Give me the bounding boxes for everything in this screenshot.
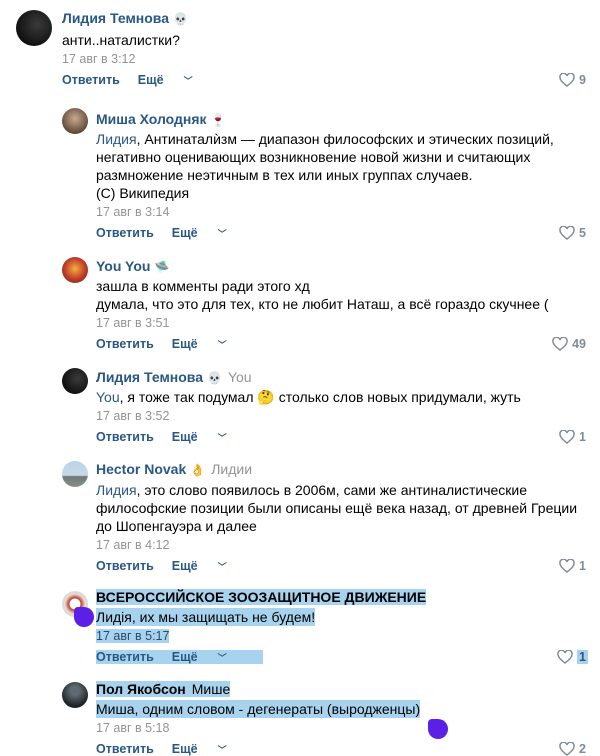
reply-to-label[interactable]: Лидии (211, 461, 252, 477)
comment-date[interactable]: 17 авг в 3:51 (96, 316, 169, 330)
comment-text: You, я тоже так подумал 🤔 столько слов н… (96, 389, 521, 405)
chevron-down-icon: ﹀ (183, 76, 193, 86)
comment-date[interactable]: 17 авг в 3:12 (62, 52, 135, 66)
comment-author[interactable]: ВСЕРОССИЙСКОЕ ЗООЗАЩИТНОЕ ДВИЖЕНИЕ (96, 589, 427, 605)
ok-hand-icon: 👌 (190, 463, 206, 477)
heart-icon (559, 73, 575, 87)
comment-date[interactable]: 17 авг в 3:14 (96, 205, 169, 219)
comment-text: Лидія, их мы защищать не будем! (96, 608, 316, 626)
more-button[interactable]: Ещё ﹀ (172, 430, 245, 444)
skull-icon: 💀 (207, 371, 222, 385)
comment-text: Лидия, это слово появилось в 2006м, сами… (96, 482, 578, 534)
highlight-marker (428, 719, 448, 739)
comment-actions: Ответить Ещё ﹀ (62, 73, 229, 87)
avatar[interactable] (62, 368, 88, 394)
mention-link[interactable]: Лидия (96, 482, 137, 498)
comment-date[interactable]: 17 авг в 3:52 (96, 409, 169, 423)
comment-text: анти..наталистки? (62, 32, 180, 48)
comment-actions: Ответить Ещё ﹀ (96, 337, 263, 351)
avatar[interactable] (62, 461, 88, 487)
reply-button[interactable]: Ответить (62, 73, 120, 87)
comment-actions: Ответить Ещё ﹀ (96, 742, 263, 756)
like-button[interactable]: 9 (559, 73, 586, 87)
reply-button[interactable]: Ответить (96, 226, 154, 240)
comment-author[interactable]: You You 🛸 (96, 258, 169, 274)
chevron-down-icon: ﹀ (217, 653, 227, 663)
more-button[interactable]: Ещё ﹀ (172, 559, 245, 573)
like-button[interactable]: 1 (559, 430, 586, 444)
reply-to-label[interactable]: You (228, 369, 252, 385)
heart-icon (559, 226, 575, 240)
comment-text: зашла в комменты ради этого хд думала, ч… (96, 278, 549, 312)
comment-author[interactable]: Миша Холодняк 🍷 (96, 111, 226, 127)
like-button[interactable]: 2 (559, 742, 586, 756)
skull-icon: 💀 (173, 12, 188, 26)
heart-icon (557, 650, 573, 664)
reply-button[interactable]: Ответить (96, 742, 154, 756)
ufo-icon: 🛸 (154, 260, 170, 274)
more-button[interactable]: Ещё ﹀ (172, 226, 245, 240)
comment-author[interactable]: Лидия Темнова 💀 (62, 10, 188, 26)
more-button[interactable]: Ещё ﹀ (172, 742, 245, 756)
avatar[interactable] (62, 682, 88, 708)
reply-button[interactable]: Ответить (96, 559, 154, 573)
reply-button[interactable]: Ответить (96, 650, 154, 664)
chevron-down-icon: ﹀ (217, 229, 227, 239)
like-button[interactable]: 5 (559, 226, 586, 240)
like-button[interactable]: 49 (552, 337, 586, 351)
comment-author[interactable]: Лидия Темнова 💀 You (96, 369, 252, 385)
comment-actions: Ответить Ещё ﹀ (96, 559, 263, 573)
comment-actions: Ответить Ещё ﹀ (96, 650, 263, 664)
more-button[interactable]: Ещё ﹀ (172, 337, 245, 351)
comment-author[interactable]: Hector Novak 👌 Лидии (96, 461, 252, 477)
comment-date[interactable]: 17 авг в 5:17 (96, 629, 170, 643)
more-button[interactable]: Ещё ﹀ (138, 73, 211, 87)
reply-button[interactable]: Ответить (96, 337, 154, 351)
heart-icon (559, 559, 575, 573)
mention-link[interactable]: You (96, 389, 120, 405)
chevron-down-icon: ﹀ (217, 340, 227, 350)
like-button[interactable]: 1 (557, 650, 588, 664)
avatar[interactable] (62, 108, 88, 134)
heart-icon (559, 430, 575, 444)
comment-date[interactable]: 17 авг в 5:18 (96, 721, 169, 735)
comment-text: Миша, одним словом - дегенераты (выродже… (96, 700, 421, 718)
chevron-down-icon: ﹀ (217, 433, 227, 443)
heart-icon (552, 337, 568, 351)
heart-icon (559, 742, 575, 756)
highlight-marker (74, 607, 94, 627)
comment-actions: Ответить Ещё ﹀ (96, 430, 263, 444)
like-button[interactable]: 1 (559, 559, 586, 573)
comment-author[interactable]: Пол Якобсон Мише (96, 681, 231, 697)
avatar[interactable] (16, 10, 52, 46)
reply-button[interactable]: Ответить (96, 430, 154, 444)
chevron-down-icon: ﹀ (217, 745, 227, 755)
mention-link[interactable]: Лидия (96, 131, 137, 147)
comment-actions: Ответить Ещё ﹀ (96, 226, 263, 240)
avatar[interactable] (62, 257, 88, 283)
more-button[interactable]: Ещё ﹀ (172, 650, 245, 664)
wine-glass-icon: 🍷 (210, 113, 226, 127)
reply-to-label[interactable]: Мише (192, 681, 231, 697)
comment-text: Лидия, Антинаталѝзм — диапазон философск… (96, 131, 554, 201)
chevron-down-icon: ﹀ (217, 562, 227, 572)
comment-date[interactable]: 17 авг в 4:12 (96, 538, 169, 552)
